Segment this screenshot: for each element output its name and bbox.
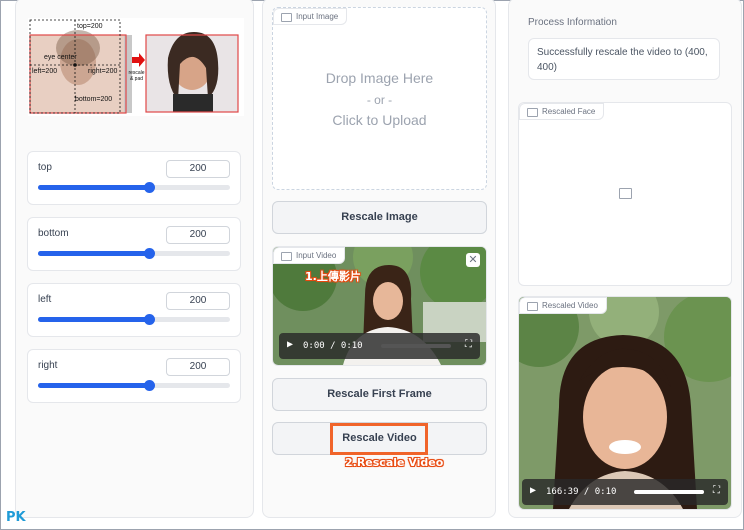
input-image-tag-label: Input Image — [296, 12, 339, 21]
slider-label-left: left — [38, 294, 52, 305]
rescaled-video-progress-fill — [634, 490, 704, 494]
rescale-image-button[interactable]: Rescale Image — [272, 201, 487, 234]
rescaled-video-time: 166:39 / 0:10 — [546, 487, 617, 497]
rescaled-video-frame — [519, 297, 731, 509]
slider-input-left[interactable]: 200 — [166, 292, 230, 310]
slider-thumb-top[interactable] — [144, 182, 156, 193]
slider-fill-right — [38, 383, 150, 388]
slider-track-top[interactable] — [38, 182, 230, 193]
input-video-panel: Input Video ✕ ▶ 0:00 / 0:10 ⛶ — [272, 246, 487, 366]
input-video-progress-track[interactable] — [381, 344, 451, 348]
play-icon[interactable]: ▶ — [530, 485, 536, 496]
diagram-arrow-caption: rescale & pad — [128, 70, 145, 82]
close-icon[interactable]: ✕ — [466, 253, 480, 267]
input-image-dropzone[interactable]: Input Image Drop Image Here - or - Click… — [272, 7, 487, 190]
diagram-right-label: right=200 — [88, 68, 118, 75]
rescaled-video-controls: ▶ 166:39 / 0:10 ⛶ — [522, 479, 728, 505]
slider-input-bottom[interactable]: 200 — [166, 226, 230, 244]
slider-card-left: left 200 — [27, 283, 241, 337]
rescale-diagram: top=200 eye center left=200 right=200 bo… — [28, 18, 244, 116]
rescaled-video-progress-track[interactable] — [634, 490, 704, 494]
play-icon[interactable]: ▶ — [287, 339, 293, 350]
rescale-first-frame-button[interactable]: Rescale First Frame — [272, 378, 487, 411]
slider-fill-bottom — [38, 251, 150, 256]
slider-label-bottom: bottom — [38, 228, 69, 239]
step1-annotation: 1.上傳影片 — [305, 270, 361, 283]
input-video-tag: Input Video — [273, 247, 346, 264]
fullscreen-icon[interactable]: ⛶ — [713, 485, 720, 496]
drop-or-text: - or - — [366, 93, 393, 107]
input-video-time: 0:00 / 0:10 — [303, 341, 363, 351]
process-info-box: Successfully rescale the video to (400, … — [528, 38, 720, 80]
slider-thumb-left[interactable] — [144, 314, 156, 325]
input-video-tag-label: Input Video — [296, 251, 337, 260]
slider-card-right: right 200 — [27, 349, 241, 403]
rescaled-video-panel: Rescaled Video ▶ 166:39 / 0:10 ⛶ — [518, 296, 732, 510]
slider-track-right[interactable] — [38, 380, 230, 391]
diagram-left-label: left=200 — [32, 68, 58, 75]
diagram-bottom-label: bottom=200 — [75, 96, 113, 103]
slider-card-top: top 200 — [27, 151, 241, 205]
input-image-tag: Input Image — [273, 8, 348, 25]
rescaled-face-panel: Rescaled Face — [518, 102, 732, 286]
slider-fill-top — [38, 185, 150, 190]
rescaled-face-tag: Rescaled Face — [519, 103, 605, 120]
rescaled-video-tag-label: Rescaled Video — [542, 301, 598, 310]
diagram-eye-center-label: eye center — [44, 54, 77, 61]
fullscreen-icon[interactable]: ⛶ — [465, 339, 472, 350]
slider-input-top[interactable]: 200 — [166, 160, 230, 178]
slider-track-bottom[interactable] — [38, 248, 230, 259]
slider-label-right: right — [38, 360, 58, 371]
slider-card-bottom: bottom 200 — [27, 217, 241, 271]
rescaled-video-tag: Rescaled Video — [519, 297, 607, 314]
diagram-top-label: top=200 — [77, 23, 103, 30]
drop-image-text: Drop Image Here — [325, 70, 434, 86]
slider-thumb-right[interactable] — [144, 380, 156, 391]
image-icon — [527, 108, 538, 117]
slider-track-left[interactable] — [38, 314, 230, 325]
process-info-label: Process Information — [528, 17, 617, 28]
step2-annotation: 2.Rescale Video — [345, 456, 444, 469]
slider-input-right[interactable]: 200 — [166, 358, 230, 376]
slider-label-top: top — [38, 162, 52, 173]
input-video-controls: ▶ 0:00 / 0:10 ⛶ — [279, 333, 480, 359]
watermark-logo: PK — [6, 510, 26, 525]
slider-fill-left — [38, 317, 150, 322]
click-to-upload-text: Click to Upload — [332, 112, 427, 128]
image-icon — [281, 13, 292, 22]
video-icon — [281, 252, 292, 261]
video-icon — [527, 302, 538, 311]
image-placeholder-icon — [619, 188, 632, 199]
rescaled-face-tag-label: Rescaled Face — [542, 107, 596, 116]
slider-thumb-bottom[interactable] — [144, 248, 156, 259]
rescale-video-highlight — [330, 423, 428, 455]
